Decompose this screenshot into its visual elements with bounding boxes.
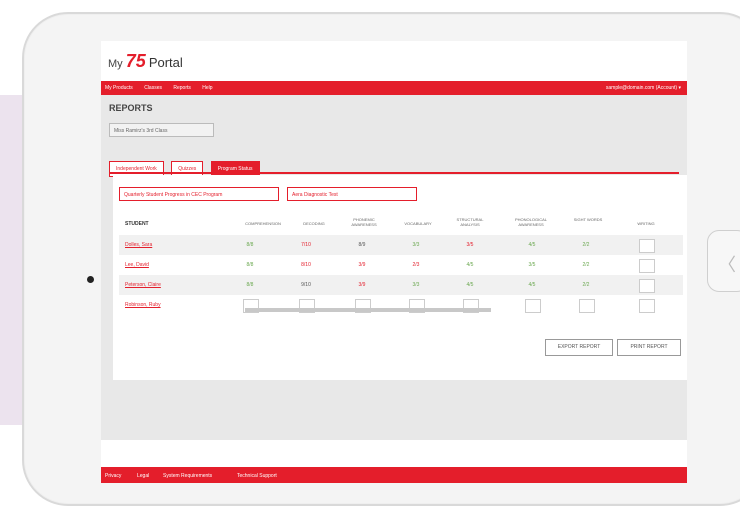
app-logo[interactable]: My 75 Portal bbox=[108, 51, 183, 72]
col-student: STUDENT bbox=[125, 221, 149, 227]
score-cell: 4/5 bbox=[466, 262, 474, 268]
app-screen: My 75 Portal My Products Classes Reports… bbox=[101, 41, 687, 483]
col-phonological-awareness: PHONOLOGICAL AWARENESS bbox=[514, 217, 547, 227]
score-cell: 2/2 bbox=[582, 242, 590, 248]
empty-score-cell bbox=[525, 299, 541, 313]
col-sight-words: SIGHT WORDS bbox=[573, 217, 603, 222]
nav-help[interactable]: Help bbox=[202, 85, 212, 91]
score-cell: 8/8 bbox=[246, 262, 254, 268]
score-cell: 8/9 bbox=[358, 242, 366, 248]
report-type-select[interactable]: Quarterly Student Progress in CEC Progra… bbox=[119, 187, 279, 201]
main-nav: My Products Classes Reports Help sample@… bbox=[101, 81, 687, 95]
reports-content: REPORTS Miss Ramirz's 3rd Class Independ… bbox=[101, 95, 687, 440]
footer-legal[interactable]: Legal bbox=[137, 473, 149, 479]
camera-icon bbox=[87, 276, 94, 283]
empty-score-cell bbox=[579, 299, 595, 313]
col-structural-analysis: STRUCTURAL ANALYSIS bbox=[456, 217, 484, 227]
export-report-button[interactable]: EXPORT REPORT bbox=[545, 339, 613, 356]
logo-brand: 75 bbox=[125, 51, 146, 71]
col-vocabulary: VOCABULARY bbox=[404, 221, 432, 226]
score-cell: 3/5 bbox=[466, 242, 474, 248]
page-title: REPORTS bbox=[109, 103, 153, 113]
score-cell: 4/5 bbox=[466, 282, 474, 288]
score-cell: 7/10 bbox=[301, 242, 311, 248]
score-cell: 2/2 bbox=[582, 282, 590, 288]
score-cell: 2/3 bbox=[412, 262, 420, 268]
col-comprehension: COMPREHENSION bbox=[245, 221, 281, 226]
nav-items: My Products Classes Reports Help bbox=[105, 85, 223, 91]
footer-system-requirements[interactable]: System Requirements bbox=[163, 473, 212, 479]
writing-cell[interactable] bbox=[639, 279, 655, 293]
table-body: Dolles, Sara 8/8 7/10 8/9 3/3 3/5 4/5 2/2 Lee, D… bbox=[119, 235, 683, 315]
logo-name: Portal bbox=[148, 55, 183, 70]
score-cell: 3/9 bbox=[358, 262, 366, 268]
score-cell: 8/8 bbox=[246, 242, 254, 248]
col-writing: WRITING bbox=[637, 221, 655, 226]
home-button[interactable]: 〈 bbox=[707, 230, 740, 292]
footer-technical-support[interactable]: Technical Support bbox=[237, 473, 277, 479]
student-link[interactable]: Dolles, Sara bbox=[125, 242, 152, 248]
score-cell: 3/3 bbox=[412, 242, 420, 248]
table-row: Peterson, Claire 8/8 9/10 3/9 3/3 4/5 4/5 2/2 bbox=[119, 275, 683, 295]
footer: Privacy Legal System Requirements Techni… bbox=[101, 467, 687, 483]
status-table: STUDENT COMPREHENSION DECODING PHONEMIC … bbox=[119, 213, 683, 315]
col-decoding: DECODING bbox=[303, 221, 325, 226]
writing-cell[interactable] bbox=[639, 259, 655, 273]
score-cell: 3/5 bbox=[528, 262, 536, 268]
report-tabs: Independent Work Quizzes Program Status bbox=[109, 157, 263, 177]
student-link[interactable]: Peterson, Claire bbox=[125, 282, 161, 288]
student-link[interactable]: Lee, David bbox=[125, 262, 149, 268]
horizontal-scrollbar[interactable] bbox=[245, 308, 491, 312]
nav-classes[interactable]: Classes bbox=[144, 85, 162, 91]
score-cell: 3/9 bbox=[358, 282, 366, 288]
nav-reports[interactable]: Reports bbox=[173, 85, 191, 91]
class-select[interactable]: Miss Ramirz's 3rd Class bbox=[109, 123, 214, 137]
user-menu[interactable]: sample@domain.com (Account) ▾ bbox=[606, 85, 681, 91]
writing-cell[interactable] bbox=[639, 299, 655, 313]
tab-underline bbox=[109, 172, 679, 174]
header: My 75 Portal bbox=[101, 41, 687, 81]
report-panel: Quarterly Student Progress in CEC Progra… bbox=[113, 175, 687, 380]
footer-privacy[interactable]: Privacy bbox=[105, 473, 121, 479]
score-cell: 8/8 bbox=[246, 282, 254, 288]
score-cell: 2/2 bbox=[582, 262, 590, 268]
table-row: Robinson, Ruby bbox=[119, 295, 683, 315]
score-cell: 8/10 bbox=[301, 262, 311, 268]
nav-my-products[interactable]: My Products bbox=[105, 85, 133, 91]
table-row: Lee, David 8/8 8/10 3/9 2/3 4/5 3/5 2/2 bbox=[119, 255, 683, 275]
test-select[interactable]: Aera Diagnostic Test bbox=[287, 187, 417, 201]
score-cell: 9/10 bbox=[301, 282, 311, 288]
score-cell: 4/5 bbox=[528, 282, 536, 288]
chevron-left-icon: 〈 bbox=[718, 255, 736, 275]
print-report-button[interactable]: PRINT REPORT bbox=[617, 339, 681, 356]
table-header: STUDENT COMPREHENSION DECODING PHONEMIC … bbox=[119, 213, 683, 235]
score-cell: 3/3 bbox=[412, 282, 420, 288]
score-cell: 4/5 bbox=[528, 242, 536, 248]
writing-cell[interactable] bbox=[639, 239, 655, 253]
table-row: Dolles, Sara 8/8 7/10 8/9 3/3 3/5 4/5 2/2 bbox=[119, 235, 683, 255]
col-phonemic-awareness: PHONEMIC AWARENESS bbox=[351, 217, 377, 227]
student-link[interactable]: Robinson, Ruby bbox=[125, 302, 161, 308]
logo-prefix: My bbox=[108, 58, 123, 70]
